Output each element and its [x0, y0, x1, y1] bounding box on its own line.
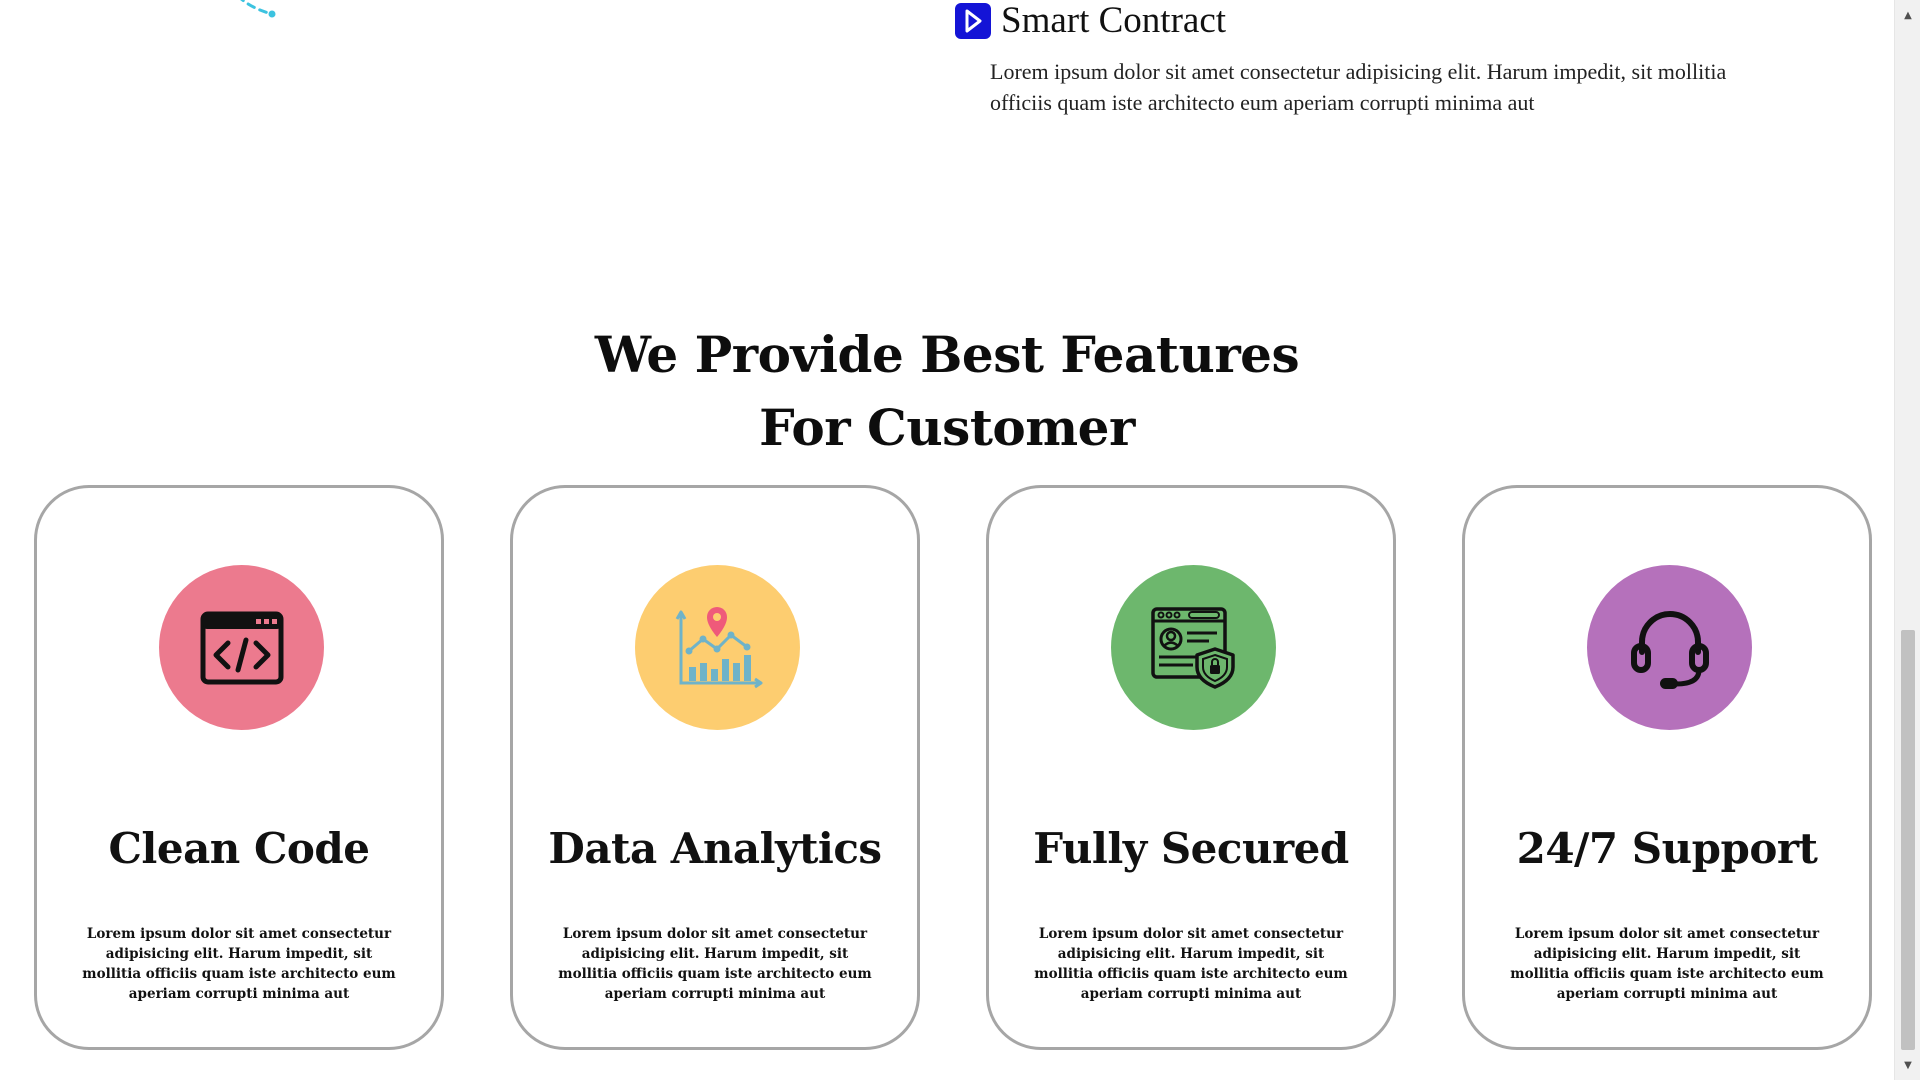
feature-card-title: Clean Code: [108, 824, 370, 873]
feature-card-support[interactable]: 24/7 Support Lorem ipsum dolor sit amet …: [1462, 485, 1872, 1050]
play-icon[interactable]: [955, 3, 991, 39]
features-heading-line2: For Customer: [759, 398, 1135, 457]
feature-card-text: Lorem ipsum dolor sit amet consectetur a…: [558, 926, 872, 1002]
vertical-scrollbar[interactable]: ▲ ▼: [1894, 0, 1920, 1080]
feature-card-title: 24/7 Support: [1516, 824, 1818, 873]
feature-card-data-analytics[interactable]: Data Analytics Lorem ipsum dolor sit ame…: [510, 485, 920, 1050]
browser-viewport: Smart Contract Lorem ipsum dolor sit ame…: [0, 0, 1920, 1080]
features-heading: We Provide Best Features For Customer: [0, 318, 1894, 464]
decorative-dashed-arc-icon: [240, 0, 276, 18]
smart-contract-block: Smart Contract Lorem ipsum dolor sit ame…: [955, 0, 1775, 118]
scrollbar-thumb[interactable]: [1901, 630, 1915, 1050]
secure-profile-icon: [1150, 606, 1235, 689]
feature-icon-circle: [635, 565, 800, 730]
feature-card-clean-code[interactable]: Clean Code Lorem ipsum dolor sit amet co…: [34, 485, 444, 1050]
page-content: Smart Contract Lorem ipsum dolor sit ame…: [0, 0, 1894, 1080]
code-window-icon: [200, 611, 283, 684]
analytics-chart-icon: [675, 606, 762, 688]
feature-icon-circle: [1111, 565, 1276, 730]
smart-contract-header: Smart Contract: [955, 0, 1775, 42]
feature-card-text: Lorem ipsum dolor sit amet consectetur a…: [82, 926, 396, 1002]
smart-contract-description: Lorem ipsum dolor sit amet consectetur a…: [990, 59, 1727, 115]
feature-card-text: Lorem ipsum dolor sit amet consectetur a…: [1034, 926, 1348, 1002]
feature-card-title: Data Analytics: [548, 824, 882, 873]
feature-icon-circle: [1587, 565, 1752, 730]
feature-icon-circle: [159, 565, 324, 730]
scroll-down-arrow-icon[interactable]: ▼: [1895, 1054, 1920, 1076]
feature-card-title: Fully Secured: [1033, 824, 1349, 873]
smart-contract-title: Smart Contract: [1001, 0, 1227, 41]
headset-icon: [1630, 610, 1709, 689]
feature-card-text: Lorem ipsum dolor sit amet consectetur a…: [1510, 926, 1824, 1002]
scroll-up-arrow-icon[interactable]: ▲: [1895, 4, 1920, 26]
features-heading-line1: We Provide Best Features: [594, 325, 1300, 384]
feature-card-fully-secured[interactable]: Fully Secured Lorem ipsum dolor sit amet…: [986, 485, 1396, 1050]
